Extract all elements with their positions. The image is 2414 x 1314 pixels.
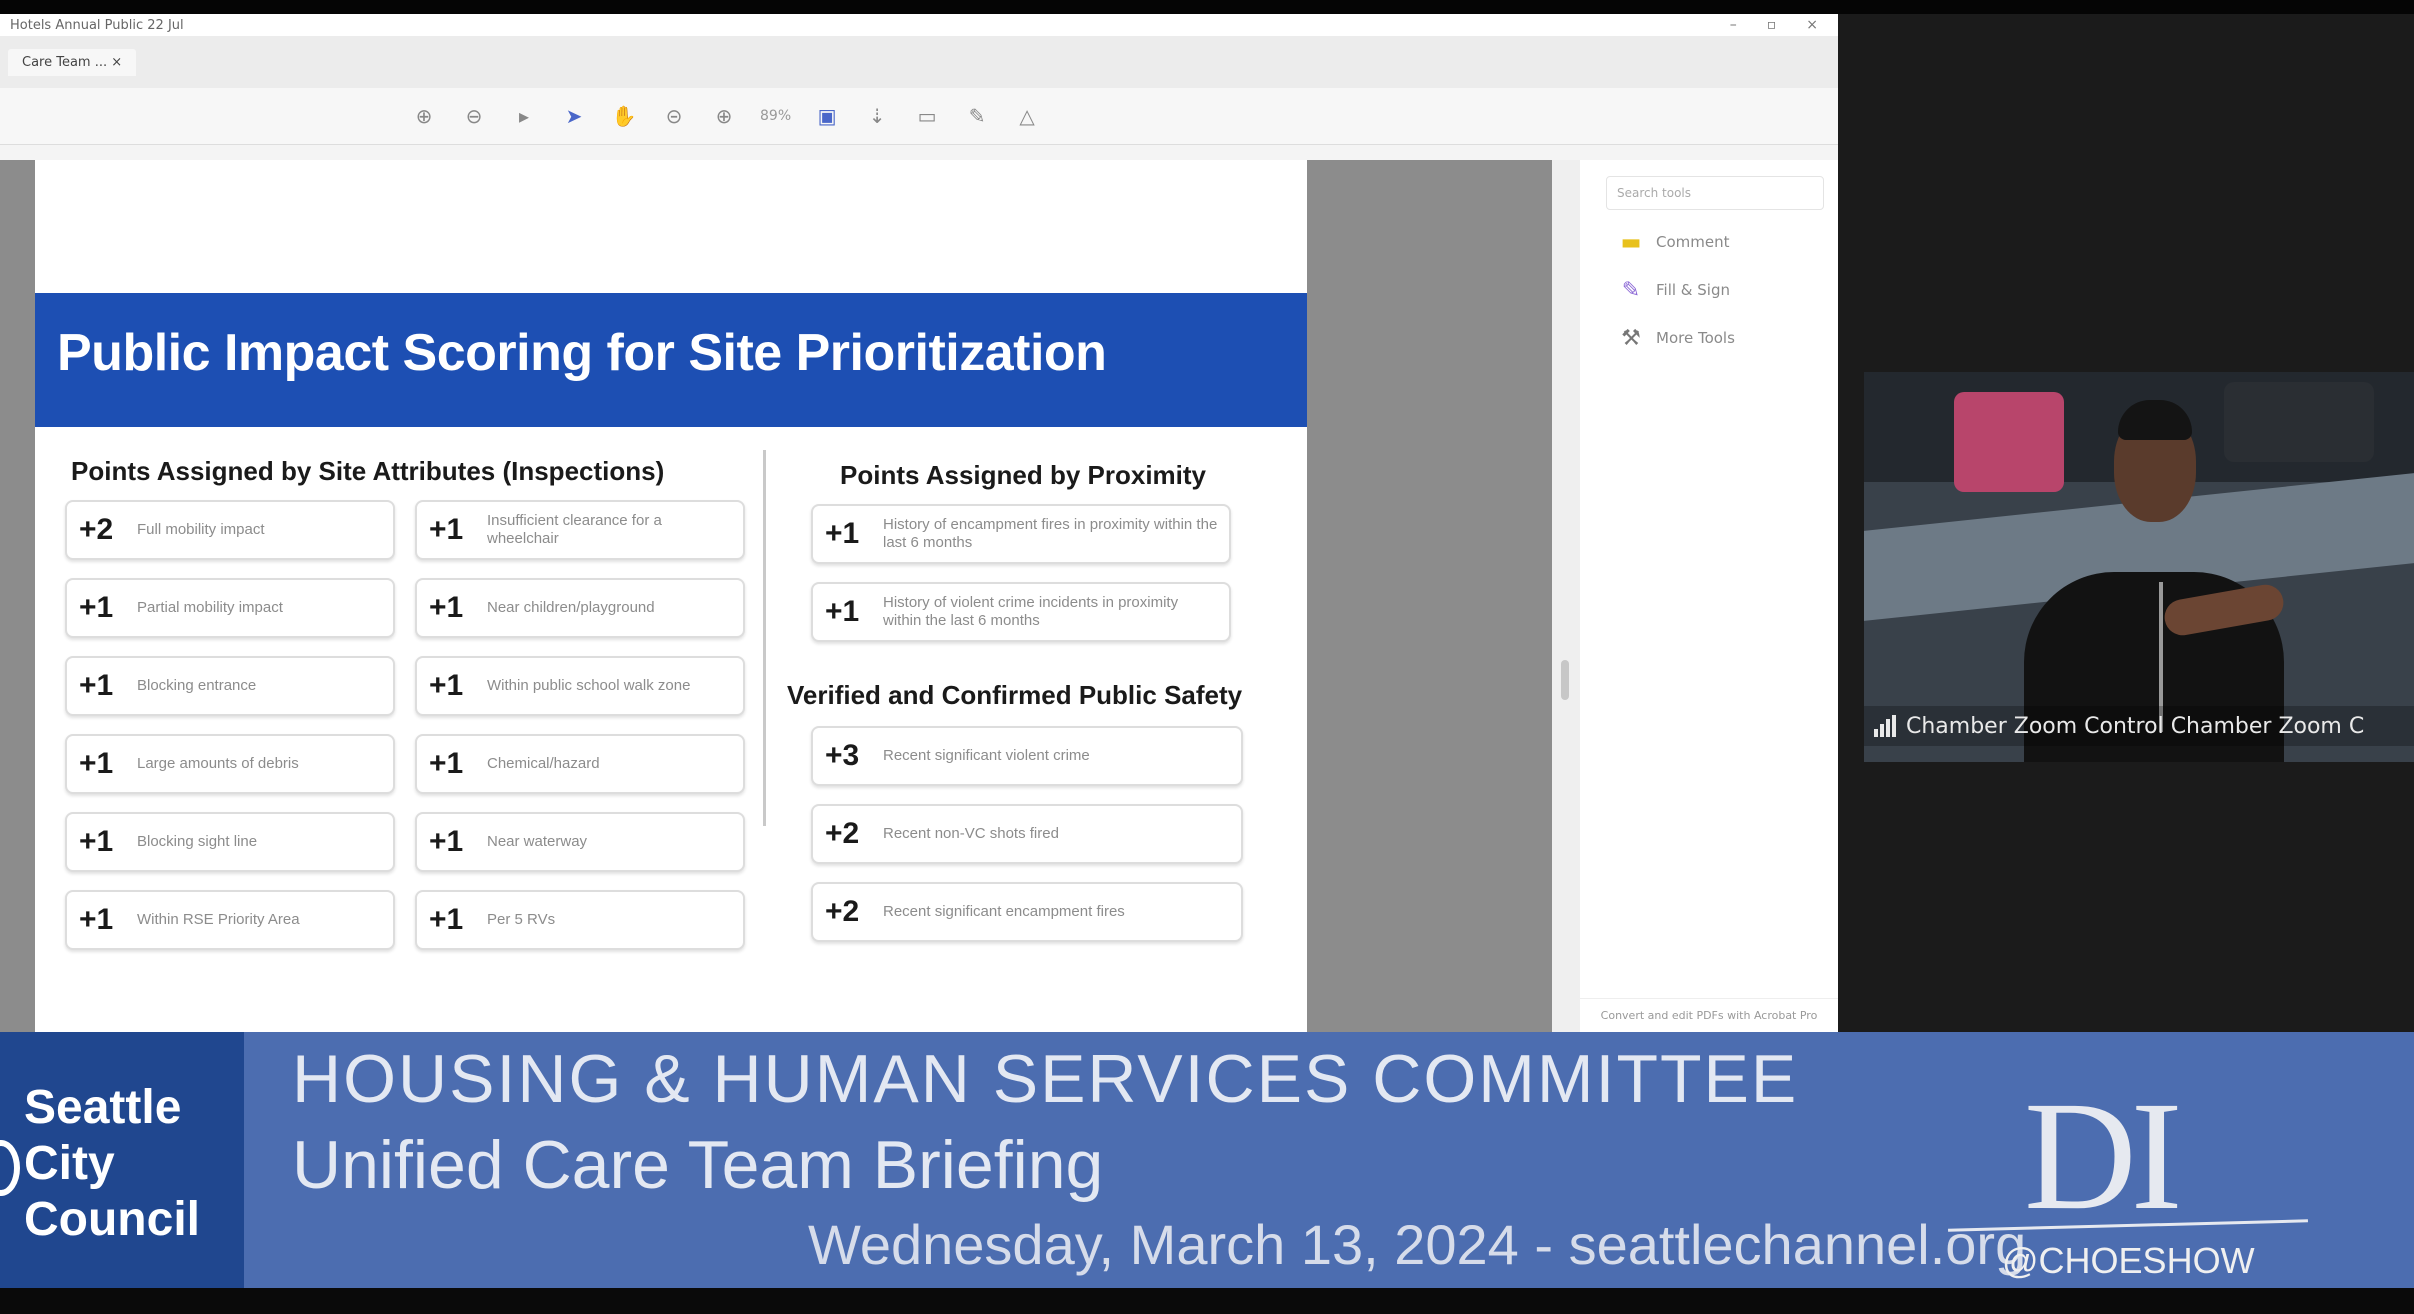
- broadcast-date: Wednesday, March 13, 2024 - seattlechann…: [808, 1213, 2027, 1276]
- score-card: +1 Insufficient clearance for a wheelchai…: [415, 500, 745, 560]
- minimize-icon[interactable]: –: [1730, 17, 1737, 33]
- tools-search-input[interactable]: Search tools: [1606, 176, 1824, 210]
- score-card: +1 History of violent crime incidents in …: [811, 582, 1231, 642]
- signal-bars-icon: [1874, 715, 1896, 737]
- column-divider: [763, 450, 766, 826]
- public-safety-heading: Verified and Confirmed Public Safety: [787, 680, 1243, 710]
- document-tab[interactable]: Care Team ... ×: [8, 48, 137, 76]
- camera-video-tile: Chamber Zoom Control Chamber Zoom C: [1864, 372, 2414, 762]
- logo-text: Seattle City Council: [24, 1081, 200, 1246]
- council-logo-icon: [0, 1140, 20, 1196]
- pen-tool-icon[interactable]: ✎: [963, 102, 991, 130]
- window-titlebar: Hotels Annual Public 22 Jul – ▫ ×: [0, 14, 1838, 36]
- toolbar: ⊕ ⊖ ▸ ➤ ✋ ⊝ ⊕ 89% ▣ ⇣ ▭ ✎ △: [0, 88, 1838, 145]
- score-card: +1 Within public school walk zone: [415, 656, 745, 716]
- more-tools-icon: ⚒: [1621, 325, 1641, 351]
- watermark-handle: @CHOESHOW: [2002, 1240, 2255, 1281]
- vertical-scrollbar[interactable]: [1552, 160, 1580, 1032]
- window-title: Hotels Annual Public 22 Jul: [10, 17, 184, 33]
- score-card: +1 Blocking entrance: [65, 656, 395, 716]
- scroll-mode-icon[interactable]: ⇣: [863, 102, 891, 130]
- tab-row: Care Team ... ×: [0, 36, 1838, 88]
- comment-icon: ▬: [1620, 229, 1642, 255]
- watermark-logo: DI: [2024, 1069, 2183, 1242]
- seattle-city-council-logo: Seattle City Council: [0, 1032, 244, 1288]
- zoom-level-dropdown[interactable]: 89%: [760, 102, 791, 130]
- zoom-out-icon[interactable]: ⊝: [660, 102, 688, 130]
- comment-tool-icon[interactable]: ▭: [913, 102, 941, 130]
- hand-tool-icon[interactable]: ✋: [610, 102, 638, 130]
- site-attributes-heading: Points Assigned by Site Attributes (Insp…: [71, 456, 665, 486]
- score-card: +2 Full mobility impact: [65, 500, 395, 560]
- score-card: +1 Per 5 RVs: [415, 890, 745, 950]
- fit-page-icon[interactable]: ▣: [813, 102, 841, 130]
- maximize-icon[interactable]: ▫: [1767, 17, 1777, 33]
- score-card: +3 Recent significant violent crime: [811, 726, 1243, 786]
- score-card: +1 Within RSE Priority Area: [65, 890, 395, 950]
- committee-title: HOUSING & HUMAN SERVICES COMMITTEE: [292, 1041, 1799, 1117]
- close-icon[interactable]: ×: [1806, 17, 1818, 33]
- acrobat-pro-promo[interactable]: Convert and edit PDFs with Acrobat Pro: [1580, 998, 1838, 1032]
- score-card: +1 Chemical/hazard: [415, 734, 745, 794]
- slide-title: Public Impact Scoring for Site Prioritiz…: [57, 324, 1107, 382]
- zoom-in-icon[interactable]: ⊕: [710, 102, 738, 130]
- page-down-icon[interactable]: ⊖: [460, 102, 488, 130]
- fill-sign-icon: ✎: [1621, 277, 1641, 303]
- page-number-icon[interactable]: ▸: [510, 102, 538, 130]
- more-tools-item[interactable]: ⚒ More Tools: [1618, 322, 1838, 354]
- fill-sign-tool[interactable]: ✎ Fill & Sign: [1618, 274, 1838, 306]
- scrollbar-thumb[interactable]: [1561, 660, 1569, 700]
- proximity-heading: Points Assigned by Proximity: [840, 460, 1207, 490]
- screen-top-bar: [0, 0, 2414, 14]
- sign-tool-icon[interactable]: △: [1013, 102, 1041, 130]
- select-cursor-icon[interactable]: ➤: [560, 102, 588, 130]
- score-card: +2 Recent non-VC shots fired: [811, 804, 1243, 864]
- acrobat-window: Hotels Annual Public 22 Jul – ▫ × Care T…: [0, 14, 1838, 1032]
- score-card: +1 Partial mobility impact: [65, 578, 395, 638]
- tools-pane: Search tools ▬ Comment ✎ Fill & Sign ⚒ M…: [1580, 160, 1838, 1032]
- screen-bottom-bar: [0, 1288, 2414, 1314]
- score-card: +1 Large amounts of debris: [65, 734, 395, 794]
- score-card: +1 Blocking sight line: [65, 812, 395, 872]
- camera-label: Chamber Zoom Control Chamber Zoom C: [1864, 706, 2414, 746]
- page-up-icon[interactable]: ⊕: [410, 102, 438, 130]
- briefing-title: Unified Care Team Briefing: [292, 1127, 1104, 1203]
- score-card: +1 Near children/playground: [415, 578, 745, 638]
- score-card: +2 Recent significant encampment fires: [811, 882, 1243, 942]
- score-card: +1 Near waterway: [415, 812, 745, 872]
- slide-title-banner: Public Impact Scoring for Site Prioritiz…: [35, 293, 1307, 427]
- document-area[interactable]: Public Impact Scoring for Site Prioritiz…: [0, 160, 1552, 1032]
- score-card: +1 History of encampment fires in proximi…: [811, 504, 1231, 564]
- comment-tool[interactable]: ▬ Comment: [1618, 226, 1838, 258]
- slide-page: Public Impact Scoring for Site Prioritiz…: [35, 160, 1307, 1032]
